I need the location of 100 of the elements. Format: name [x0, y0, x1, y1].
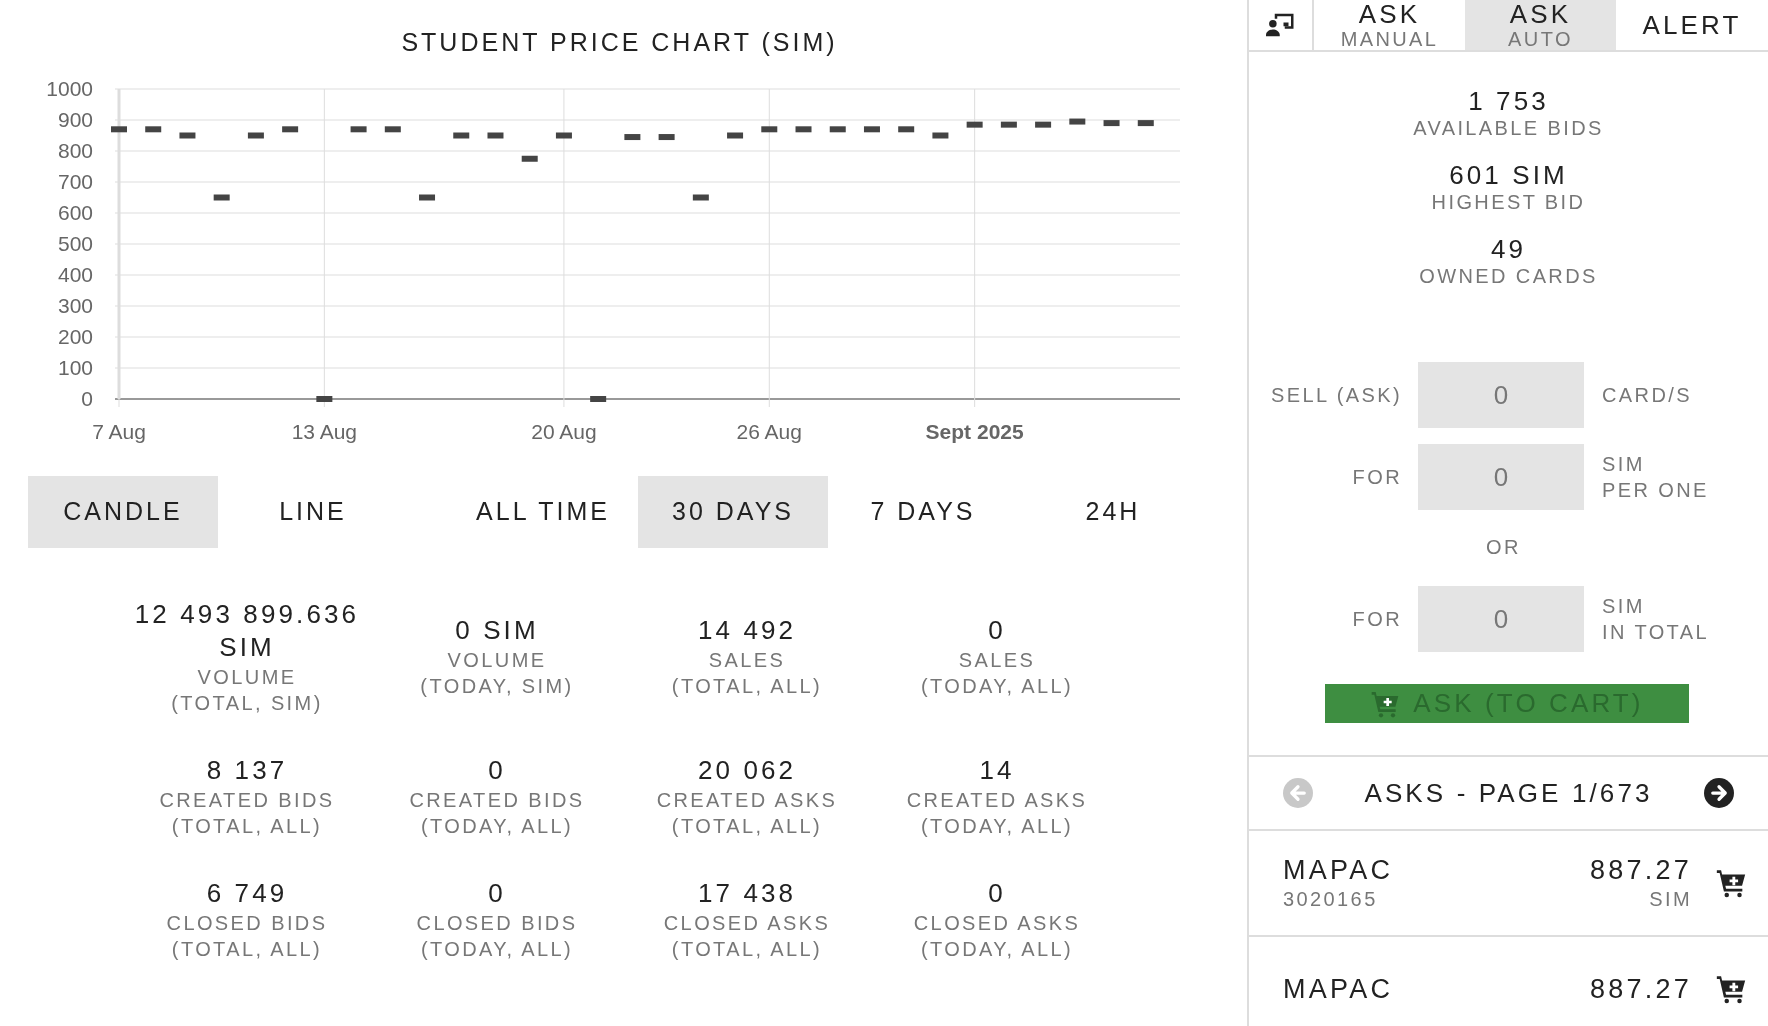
card-id: 3020165 — [1283, 887, 1379, 912]
x-axis-label: 26 Aug — [736, 419, 802, 443]
price-marker — [316, 395, 333, 402]
summary-value: 1 753 — [1468, 86, 1549, 116]
price-marker — [590, 395, 607, 402]
price-marker — [692, 194, 709, 200]
price-marker — [487, 132, 504, 138]
toggle-button[interactable]: ALL TIME — [448, 475, 638, 548]
summary-label: AVAILABLE BIDS — [1413, 116, 1604, 140]
stat-label: (TOTAL, ALL) — [671, 674, 823, 699]
stat-label: CREATED ASKS — [656, 787, 838, 813]
toggle-button[interactable]: 7 DAYS — [828, 475, 1018, 548]
stat-value: 0 — [487, 876, 507, 910]
stat-label: SALES — [708, 648, 786, 673]
toggle-button[interactable]: LINE — [218, 475, 408, 548]
or-label: OR — [1486, 535, 1521, 560]
price-marker — [1137, 119, 1154, 126]
stat-label: (TOTAL, ALL) — [171, 936, 323, 962]
summary-value: 49 — [1490, 234, 1527, 264]
summary-label: HIGHEST BID — [1431, 190, 1586, 214]
summary-label: OWNED CARDS — [1419, 264, 1598, 288]
stat-label: CLOSED ASKS — [913, 910, 1081, 936]
y-axis-label: 100 — [57, 355, 93, 379]
stat-label: (TODAY, ALL) — [420, 936, 574, 962]
number-field[interactable]: 0 — [1418, 444, 1584, 510]
stat-label: SALES — [958, 648, 1036, 673]
stat-label: VOLUME — [197, 664, 297, 690]
price-marker — [1000, 121, 1017, 128]
field-label: SELL (ASK) — [1269, 383, 1403, 408]
unit-label: SIM — [1602, 452, 1646, 477]
y-axis-label: 300 — [57, 293, 93, 317]
stat-label: (TODAY, ALL) — [920, 936, 1074, 962]
price-unit: SIM — [1649, 887, 1692, 912]
stat-label: CREATED BIDS — [159, 787, 335, 813]
stat-label: (TODAY, ALL) — [420, 813, 574, 839]
price-marker — [727, 132, 744, 138]
card-name: MAPAC — [1283, 854, 1395, 886]
pager-title: ASKS - PAGE 1/673 — [1364, 776, 1653, 810]
stat-value: 14 — [978, 753, 1016, 787]
stat-value: 0 — [487, 753, 507, 787]
y-axis-label: 900 — [57, 107, 93, 131]
price-marker — [179, 132, 196, 138]
next-page-button[interactable] — [1704, 778, 1734, 808]
stat-value: 0 — [987, 876, 1007, 910]
stat-value: 14 492 — [696, 614, 798, 647]
unit-label: SIM — [1602, 594, 1646, 619]
stat-label: (TOTAL, ALL) — [171, 813, 323, 839]
unit-label: CARD/S — [1602, 383, 1692, 408]
x-axis-label: 13 Aug — [291, 419, 358, 443]
price-marker — [419, 194, 436, 200]
stat-label: (TODAY, ALL) — [920, 674, 1074, 699]
ask-price: 887.27 — [1589, 854, 1692, 886]
x-axis-label: 7 Aug — [92, 419, 146, 443]
price-marker — [1035, 121, 1052, 128]
y-axis-label: 700 — [57, 169, 93, 193]
y-axis-label: 0 — [81, 386, 93, 410]
stat-value: 12 493 899.636 SIM — [133, 597, 361, 664]
stat-label: CREATED ASKS — [906, 787, 1088, 813]
price-marker — [521, 155, 538, 162]
stat-label: CREATED BIDS — [409, 787, 585, 813]
stat-label: (TOTAL, ALL) — [671, 936, 823, 962]
card-name: MAPAC — [1283, 973, 1395, 1005]
ask-price: 887.27 — [1589, 973, 1692, 1005]
x-axis-label: Sept 2025 — [925, 419, 1024, 443]
price-marker — [761, 125, 778, 132]
price-marker — [1103, 119, 1120, 126]
x-axis-label: 20 Aug — [531, 419, 597, 443]
y-axis-label: 800 — [57, 138, 93, 162]
price-marker — [453, 132, 470, 138]
price-marker — [213, 194, 230, 200]
y-axis-label: 1000 — [46, 76, 93, 100]
price-marker — [282, 125, 299, 132]
toggle-button[interactable]: CANDLE — [28, 475, 218, 548]
stat-label: (TODAY, ALL) — [920, 813, 1074, 839]
price-marker — [350, 125, 367, 132]
stat-label: CLOSED ASKS — [663, 910, 831, 936]
price-marker — [145, 125, 162, 132]
summary-value: 601 SIM — [1449, 160, 1568, 190]
stat-label: VOLUME — [447, 648, 547, 673]
toggle-button[interactable]: 24H — [1018, 475, 1208, 548]
y-axis-label: 400 — [57, 262, 93, 286]
number-field[interactable]: 0 — [1418, 362, 1584, 428]
unit-label: IN TOTAL — [1602, 620, 1709, 645]
price-marker — [966, 121, 983, 128]
field-label: FOR — [1351, 607, 1403, 632]
panel-tab[interactable]: ASK AUTO — [1465, 0, 1616, 50]
toggle-button[interactable]: 30 DAYS — [638, 475, 828, 548]
stat-value: 0 SIM — [454, 614, 540, 647]
price-marker — [829, 125, 846, 132]
price-marker — [658, 133, 675, 140]
number-field[interactable]: 0 — [1418, 586, 1584, 652]
price-marker — [795, 125, 812, 132]
stat-value: 8 137 — [205, 753, 289, 787]
unit-label: PER ONE — [1602, 478, 1709, 503]
stat-value: 0 — [987, 614, 1007, 647]
stat-label: CLOSED BIDS — [416, 910, 578, 936]
price-marker — [1069, 118, 1086, 125]
price-marker — [111, 125, 127, 132]
chart-title: STUDENT PRICE CHART (SIM) — [401, 27, 838, 58]
y-axis-label: 500 — [57, 231, 93, 255]
